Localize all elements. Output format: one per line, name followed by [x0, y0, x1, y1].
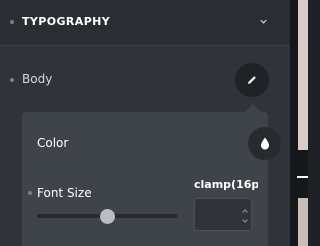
body-label: Body	[22, 72, 53, 86]
droplet-icon	[260, 137, 269, 150]
pencil-icon	[248, 76, 256, 84]
color-label: Color	[37, 136, 69, 150]
style-panel: TYPOGRAPHY Body Color Font Size clamp(16…	[0, 0, 290, 246]
spinner-up-icon[interactable]	[241, 208, 249, 214]
bullet-dot	[10, 20, 14, 24]
edit-body-typography-button[interactable]	[235, 63, 269, 97]
spinner-down-icon[interactable]	[241, 218, 249, 224]
color-picker-button[interactable]	[248, 127, 281, 160]
typography-popover: Color Font Size clamp(16px	[22, 112, 281, 246]
chevron-down-icon[interactable]	[259, 17, 268, 26]
typography-section-header[interactable]: TYPOGRAPHY	[0, 0, 290, 46]
popover-arrow	[245, 104, 261, 112]
bullet-dot	[28, 191, 32, 195]
preview-image	[298, 0, 308, 150]
font-size-label: Font Size	[37, 186, 92, 200]
section-title: TYPOGRAPHY	[22, 15, 111, 28]
bullet-dot	[10, 78, 14, 82]
preview-image	[298, 198, 308, 246]
font-size-value: clamp(16px	[194, 178, 258, 191]
font-size-input[interactable]	[194, 198, 252, 231]
font-size-slider-thumb[interactable]	[100, 209, 115, 224]
preview-divider	[297, 176, 308, 178]
